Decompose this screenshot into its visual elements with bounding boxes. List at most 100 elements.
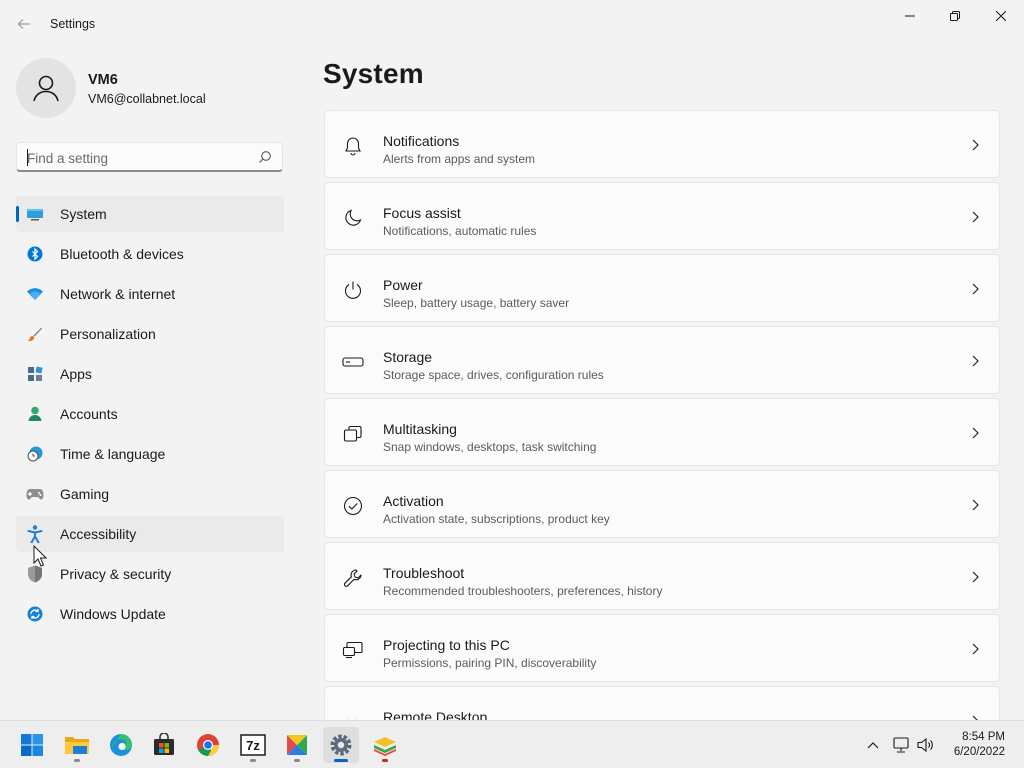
back-button[interactable] — [12, 12, 36, 36]
colorful-app-icon — [287, 735, 307, 755]
sidebar-item-label: Apps — [60, 366, 92, 382]
title-bar: Settings — [0, 0, 1024, 48]
bell-icon — [342, 135, 364, 157]
sidebar-item-privacy[interactable]: Privacy & security — [16, 556, 284, 592]
account-icon — [26, 405, 44, 423]
settings-list: Notifications Alerts from apps and syste… — [324, 107, 1000, 720]
arrow-left-icon — [17, 19, 30, 29]
search-icon[interactable] — [258, 150, 272, 164]
apps-icon — [26, 365, 44, 383]
card-title: Storage — [383, 349, 433, 365]
stack-app-icon — [374, 737, 396, 756]
sidebar-item-time-language[interactable]: Time & language — [16, 436, 284, 472]
chevron-right-icon — [972, 499, 979, 511]
text-caret — [27, 149, 28, 166]
accessibility-icon — [26, 525, 44, 543]
sidebar-item-label: Bluetooth & devices — [60, 246, 184, 262]
chevron-right-icon — [972, 355, 979, 367]
search-box[interactable] — [16, 142, 283, 172]
user-name: VM6 — [88, 72, 118, 88]
clock-date: 6/20/2022 — [953, 746, 1005, 758]
sidebar-item-personalization[interactable]: Personalization — [16, 316, 284, 352]
card-title: Projecting to this PC — [383, 637, 510, 653]
check-circle-icon — [342, 495, 364, 517]
taskbar-chrome[interactable] — [190, 727, 226, 763]
taskbar-settings[interactable] — [323, 727, 359, 763]
card-notifications[interactable]: Notifications Alerts from apps and syste… — [324, 110, 1000, 178]
clock-globe-icon — [26, 445, 44, 463]
sidebar-item-gaming[interactable]: Gaming — [16, 476, 284, 512]
brush-icon — [26, 325, 44, 343]
chrome-icon — [197, 734, 219, 756]
card-title: Activation — [383, 493, 444, 509]
maximize-button[interactable] — [932, 0, 978, 32]
sidebar-item-accounts[interactable]: Accounts — [16, 396, 284, 432]
wifi-icon — [26, 285, 44, 303]
sidebar-item-label: Accounts — [60, 406, 118, 422]
card-title: Troubleshoot — [383, 565, 465, 581]
user-email: VM6@collabnet.local — [88, 92, 206, 106]
taskbar-edge[interactable] — [103, 727, 139, 763]
tray-network[interactable] — [890, 721, 912, 768]
card-projecting[interactable]: Projecting to this PC Permissions, pairi… — [324, 614, 1000, 682]
card-title: Focus assist — [383, 205, 461, 221]
taskbar-start[interactable] — [14, 727, 50, 763]
card-subtitle: Recommended troubleshooters, preferences… — [383, 584, 663, 598]
card-storage[interactable]: Storage Storage space, drives, configura… — [324, 326, 1000, 394]
page-title: System — [323, 58, 424, 89]
store-icon — [154, 733, 174, 755]
7zip-icon: 7z — [240, 734, 266, 756]
taskbar-file-explorer[interactable] — [59, 727, 95, 763]
card-title: Remote Desktop — [383, 709, 488, 720]
card-remote-desktop[interactable]: Remote Desktop — [324, 686, 1000, 720]
sidebar-item-system[interactable]: System — [16, 196, 284, 232]
close-icon — [996, 11, 1006, 21]
card-focus-assist[interactable]: Focus assist Notifications, automatic ru… — [324, 182, 1000, 250]
avatar[interactable] — [16, 58, 76, 118]
chevron-right-icon — [972, 427, 979, 439]
projector-icon — [342, 639, 364, 661]
chevron-right-icon — [972, 643, 979, 655]
card-power[interactable]: Power Sleep, battery usage, battery save… — [324, 254, 1000, 322]
sidebar-item-bluetooth[interactable]: Bluetooth & devices — [16, 236, 284, 272]
clock[interactable]: 8:54 PM 6/20/2022 — [954, 730, 1005, 760]
card-multitasking[interactable]: Multitasking Snap windows, desktops, tas… — [324, 398, 1000, 466]
windows-start-icon — [21, 734, 43, 756]
settings-gear-icon — [330, 734, 352, 756]
minimize-icon — [905, 15, 915, 17]
chevron-right-icon — [972, 139, 979, 151]
sidebar-item-label: Windows Update — [60, 606, 166, 622]
drive-icon — [342, 351, 364, 373]
running-indicator — [382, 759, 388, 762]
card-title: Multitasking — [383, 421, 457, 437]
tray-volume[interactable] — [915, 721, 937, 768]
close-button[interactable] — [978, 0, 1024, 32]
taskbar-7zip[interactable]: 7z — [235, 727, 271, 763]
minimize-button[interactable] — [887, 0, 933, 32]
card-activation[interactable]: Activation Activation state, subscriptio… — [324, 470, 1000, 538]
shield-icon — [26, 565, 44, 583]
chevron-right-icon — [972, 283, 979, 295]
card-troubleshoot[interactable]: Troubleshoot Recommended troubleshooters… — [324, 542, 1000, 610]
selection-indicator — [16, 206, 19, 222]
person-icon — [33, 75, 59, 102]
sidebar-item-network[interactable]: Network & internet — [16, 276, 284, 312]
search-input[interactable] — [27, 148, 247, 168]
card-subtitle: Permissions, pairing PIN, discoverabilit… — [383, 656, 597, 670]
taskbar-colorful-app[interactable] — [279, 727, 315, 763]
taskbar-store[interactable] — [146, 727, 182, 763]
edge-icon — [110, 734, 132, 756]
sidebar-item-apps[interactable]: Apps — [16, 356, 284, 392]
update-icon — [26, 605, 44, 623]
chevron-right-icon — [972, 571, 979, 583]
wrench-icon — [342, 567, 364, 589]
sidebar-item-windows-update[interactable]: Windows Update — [16, 596, 284, 632]
gamepad-icon — [26, 485, 44, 503]
tray-overflow-button[interactable] — [862, 721, 884, 768]
chevron-up-icon — [867, 742, 879, 749]
moon-icon — [342, 207, 364, 229]
card-title: Power — [383, 277, 423, 293]
taskbar-stack-app[interactable] — [367, 727, 403, 763]
sidebar-item-accessibility[interactable]: Accessibility — [16, 516, 284, 552]
bluetooth-icon — [26, 245, 44, 263]
